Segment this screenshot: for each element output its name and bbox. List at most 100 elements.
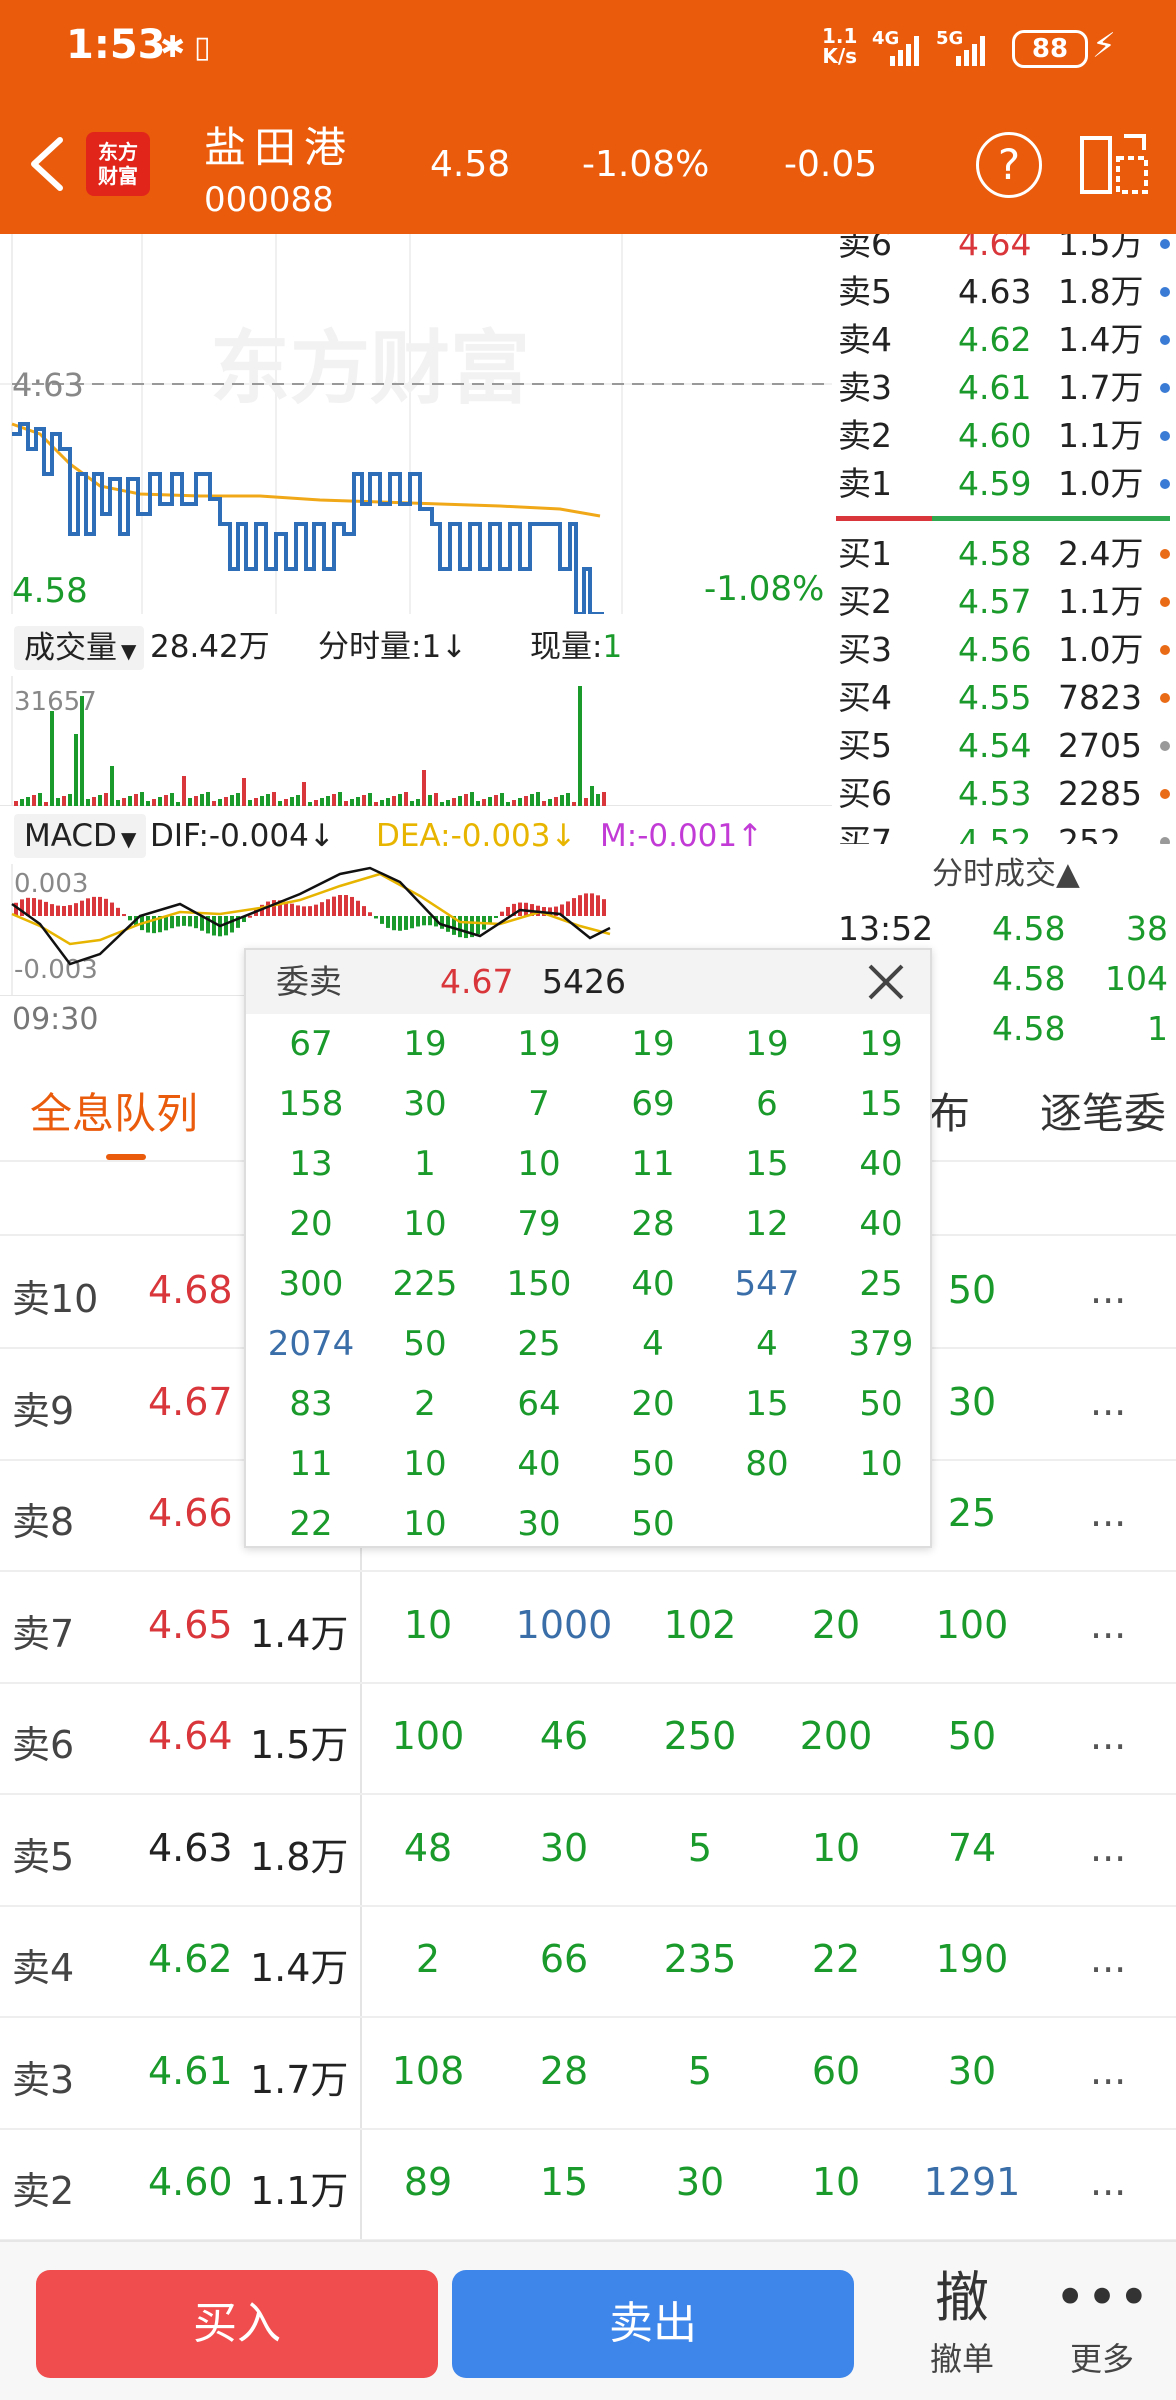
status-bar: 1:53 ✱ ▯ 1.1 K/s 4G 5G 88 ⚡ (0, 0, 1176, 96)
sell-button[interactable]: 卖出 (452, 2270, 854, 2378)
bid-price: 4.55 (958, 678, 1032, 717)
queue-detail-popup: 委卖 4.67 5426 67 19 19 19 19 19 158 30 7 69 6 15 13 1 1… (244, 948, 932, 1548)
volume-bar (38, 793, 42, 806)
macd-bar (170, 916, 174, 929)
popup-order-cell: 20 (631, 1384, 675, 1424)
popup-order-cell: 40 (517, 1444, 561, 1484)
back-arrow-icon[interactable] (22, 134, 72, 194)
popup-order-cell: 2074 (267, 1324, 355, 1364)
macd-dif: DIF:-0.004↓ (150, 818, 335, 854)
dropdown-icon: ▼ (121, 639, 137, 663)
queue-order-cell: 10 (811, 1825, 861, 1870)
trades-title[interactable]: 分时成交▲ (832, 848, 1176, 900)
queue-more-link[interactable]: ... (1090, 1714, 1126, 1758)
volume-bar (260, 796, 264, 806)
bid-row[interactable]: 买5 4.54 2705 (832, 722, 1176, 770)
layout-switch-icon[interactable] (1078, 132, 1150, 198)
queue-more-link[interactable]: ... (1090, 1826, 1126, 1870)
popup-order-cell: 20 (289, 1204, 333, 1244)
macd-bar (74, 903, 78, 916)
volume-indicator-select[interactable]: 成交量 ▼ (14, 626, 144, 670)
queue-row[interactable]: 卖5 4.63 1.8万 48 30 5 10 74... (0, 1796, 1176, 1907)
macd-bar (68, 905, 72, 916)
network-speed-unit: K/s (822, 44, 858, 68)
queue-more-link[interactable]: ... (1090, 2049, 1126, 2093)
ask-row[interactable]: 卖1 4.59 1.0万 (832, 460, 1176, 508)
tab-queue[interactable]: 全息队列 (30, 1080, 198, 1141)
price-chart[interactable]: 东方财富 4:63 4.58 -1.08% (0, 234, 832, 614)
volume-bar (122, 798, 126, 806)
bid-row[interactable]: 买2 4.57 1.1万 (832, 578, 1176, 626)
popup-order-cell: 379 (848, 1324, 914, 1364)
macd-header: MACD ▼ DIF:-0.004↓ DEA:-0.003↓ M:-0.001↑ (0, 808, 832, 864)
queue-more-link[interactable]: ... (1090, 2160, 1126, 2204)
volume-bar (410, 801, 414, 806)
queue-row[interactable]: 卖2 4.60 1.1万 89 15 30 10 1291... (0, 2130, 1176, 2241)
macd-bar (32, 898, 36, 916)
ask-volume: 1.0万 (1058, 464, 1144, 503)
volume-bar (206, 792, 210, 806)
macd-bar (296, 905, 300, 916)
queue-more-link[interactable]: ... (1090, 1937, 1126, 1981)
bid-row[interactable]: 买3 4.56 1.0万 (832, 626, 1176, 674)
macd-indicator-select[interactable]: MACD ▼ (14, 814, 146, 858)
status-time: 1:53 (66, 22, 166, 68)
help-icon[interactable]: ? (976, 132, 1042, 198)
volume-bar (302, 782, 306, 806)
ask-label: 卖4 (838, 320, 892, 359)
bid-row[interactable]: 买4 4.55 7823 (832, 674, 1176, 722)
queue-row[interactable]: 卖6 4.64 1.5万 100 46 250 200 50... (0, 1684, 1176, 1795)
bid-row[interactable]: 买7 4.52 252 (832, 818, 1176, 844)
volume-bar (128, 796, 132, 806)
ask-row[interactable]: 卖2 4.60 1.1万 (832, 412, 1176, 460)
intraday-chart-area[interactable]: 东方财富 4:63 4.58 -1.08% 成交量 ▼ 28.42万 分时量:1↓… (0, 234, 832, 1054)
macd-bar (302, 906, 306, 916)
buy-button[interactable]: 买入 (36, 2270, 438, 2378)
macd-bar (320, 902, 324, 916)
ask-row[interactable]: 卖6 4.64 1.5万 (832, 234, 1176, 268)
volume-bar (560, 795, 564, 806)
volume-bar (146, 801, 150, 806)
ask-row[interactable]: 卖4 4.62 1.4万 (832, 316, 1176, 364)
time-axis-start: 09:30 (12, 1002, 99, 1037)
macd-bar (62, 905, 66, 916)
popup-order-cell: 4 (756, 1324, 778, 1364)
bid-row[interactable]: 买1 4.58 2.4万 (832, 530, 1176, 578)
volume-bar (230, 795, 234, 806)
tab-tick-orders[interactable]: 逐笔委 (1040, 1080, 1166, 1141)
volume-bar (380, 800, 384, 806)
popup-order-cell: 11 (289, 1444, 333, 1484)
popup-order-cell: 10 (517, 1144, 561, 1184)
volume-bar (26, 797, 30, 806)
trade-row: 4.58 1 (832, 1004, 1176, 1054)
queue-more-link[interactable]: ... (1090, 1603, 1126, 1647)
queue-row[interactable]: 卖3 4.61 1.7万 108 28 5 60 30... (0, 2019, 1176, 2130)
bid-label: 买5 (838, 726, 892, 765)
queue-more-link[interactable]: ... (1090, 1380, 1126, 1424)
volume-chart[interactable]: 31657 (0, 676, 832, 806)
bid-row[interactable]: 买6 4.53 2285 (832, 770, 1176, 818)
queue-order-cell: 5 (687, 2048, 713, 2093)
popup-order-cell: 40 (631, 1264, 675, 1304)
queue-order-cell: 46 (539, 1714, 589, 1758)
queue-more-link[interactable]: ... (1090, 1268, 1126, 1312)
bid-volume: 252 (1058, 822, 1121, 844)
ask-row[interactable]: 卖3 4.61 1.7万 (832, 364, 1176, 412)
bid-label: 买1 (838, 534, 892, 573)
popup-order-cell: 10 (403, 1204, 447, 1244)
queue-row[interactable]: 卖7 4.65 1.4万 10 1000 102 20 100... (0, 1573, 1176, 1684)
price-low-label: 4.58 (12, 571, 88, 611)
cancel-order-button[interactable]: 撤 撤单 (900, 2262, 1024, 2392)
ask-volume: 1.1万 (1058, 416, 1144, 455)
ask-row[interactable]: 卖5 4.63 1.8万 (832, 268, 1176, 316)
queue-more-link[interactable]: ... (1090, 1491, 1126, 1535)
queue-row[interactable]: 卖4 4.62 1.4万 2 66 235 22 190... (0, 1907, 1176, 2018)
volume-bar (512, 800, 516, 806)
volume-bar (290, 797, 294, 806)
volume-bar (554, 797, 558, 806)
macd-bar (194, 916, 198, 929)
volume-total: 28.42万 (150, 629, 270, 665)
more-button[interactable]: ••• 更多 (1040, 2262, 1164, 2392)
bid-price: 4.54 (958, 726, 1032, 765)
volume-bar (350, 799, 354, 806)
